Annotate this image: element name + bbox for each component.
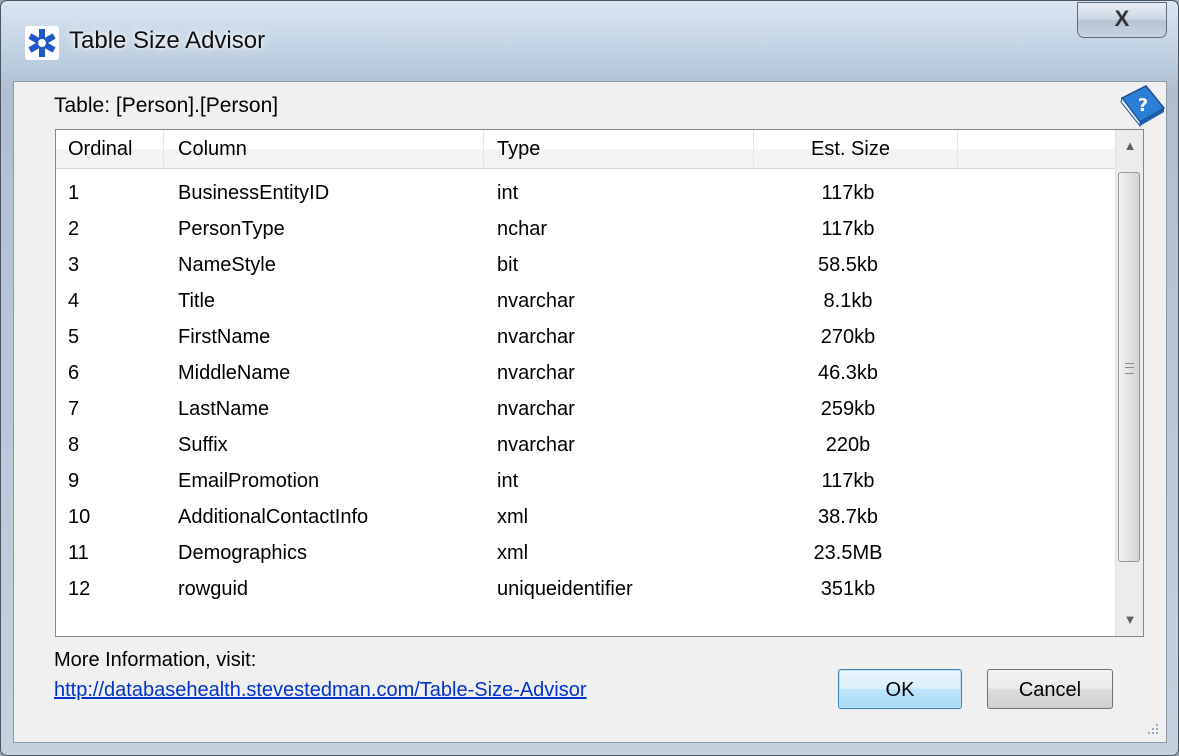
cancel-button[interactable]: Cancel [987, 669, 1113, 709]
row-ordinal: 10 [68, 506, 91, 528]
row-type: nchar [497, 218, 548, 240]
row-ordinal: 7 [68, 398, 80, 420]
row-est-size: 8.1kb [823, 290, 873, 312]
table-row[interactable]: 3 NameStyle bit 58.5kb [56, 247, 1116, 283]
table-row[interactable]: 2 PersonType nchar 117kb [56, 211, 1116, 247]
row-column-name: MiddleName [178, 362, 291, 384]
header-filler [958, 130, 1116, 168]
scrollbar-thumb[interactable] [1118, 172, 1140, 562]
grip-icon [1125, 363, 1134, 374]
dialog-client-area: Table: [Person].[Person] ? Ordinal Colum… [13, 81, 1167, 743]
row-column-name: PersonType [178, 218, 285, 240]
vertical-scrollbar[interactable]: ▲ ▼ [1115, 130, 1143, 636]
row-est-size: 220b [825, 434, 871, 456]
header-est-size[interactable]: Est. Size [754, 130, 958, 168]
table-label: Table: [Person].[Person] [54, 94, 279, 117]
row-type: nvarchar [497, 326, 575, 348]
window-title: Table Size Advisor [69, 27, 266, 54]
row-type: nvarchar [497, 398, 575, 420]
more-info-label: More Information, visit: [54, 649, 257, 671]
header-type[interactable]: Type [484, 130, 754, 168]
row-column-name: FirstName [178, 326, 271, 348]
row-type: int [497, 182, 519, 204]
row-ordinal: 1 [68, 182, 80, 204]
row-type: xml [497, 506, 529, 528]
row-column-name: rowguid [178, 578, 249, 600]
row-type: nvarchar [497, 362, 575, 384]
table-row[interactable]: 6 MiddleName nvarchar 46.3kb [56, 355, 1116, 391]
row-type: xml [497, 542, 529, 564]
table-row[interactable]: 4 Title nvarchar 8.1kb [56, 283, 1116, 319]
table-row[interactable]: 10 AdditionalContactInfo xml 38.7kb [56, 499, 1116, 535]
row-est-size: 117kb [821, 218, 875, 240]
columns-list[interactable]: Ordinal Column Type Est. Size 1 BusinessE… [55, 129, 1144, 637]
row-column-name: EmailPromotion [178, 470, 320, 492]
row-column-name: AdditionalContactInfo [178, 506, 369, 528]
list-header: Ordinal Column Type Est. Size [56, 130, 1116, 169]
svg-text:?: ? [1138, 95, 1148, 116]
row-est-size: 23.5MB [813, 542, 883, 564]
header-column[interactable]: Column [164, 130, 484, 168]
advisor-link[interactable]: http://databasehealth.stevestedman.com/T… [54, 679, 587, 702]
row-ordinal: 6 [68, 362, 80, 384]
help-book-icon[interactable]: ? [1116, 82, 1168, 130]
row-ordinal: 12 [68, 578, 91, 600]
scroll-down-arrow-icon[interactable]: ▼ [1116, 604, 1143, 636]
row-column-name: NameStyle [178, 254, 276, 276]
row-ordinal: 5 [68, 326, 80, 348]
row-column-name: LastName [178, 398, 270, 420]
row-type: bit [497, 254, 519, 276]
row-ordinal: 9 [68, 470, 80, 492]
row-est-size: 270kb [820, 326, 876, 348]
header-ordinal[interactable]: Ordinal [56, 130, 164, 168]
row-column-name: BusinessEntityID [178, 182, 330, 204]
title-bar[interactable]: Table Size Advisor X [1, 1, 1178, 81]
row-est-size: 117kb [821, 470, 875, 492]
table-row[interactable]: 5 FirstName nvarchar 270kb [56, 319, 1116, 355]
close-button[interactable]: X [1077, 2, 1167, 38]
table-row[interactable]: 11 Demographics xml 23.5MB [56, 535, 1116, 571]
row-est-size: 38.7kb [817, 506, 879, 528]
row-est-size: 117kb [821, 182, 875, 204]
row-est-size: 46.3kb [817, 362, 879, 384]
row-est-size: 259kb [820, 398, 876, 420]
dialog-window: Table Size Advisor X Table: [Person].[Pe… [0, 0, 1179, 756]
row-ordinal: 4 [68, 290, 80, 312]
table-row[interactable]: 7 LastName nvarchar 259kb [56, 391, 1116, 427]
row-type: nvarchar [497, 290, 575, 312]
row-type: uniqueidentifier [497, 578, 633, 600]
asterisk-app-icon [25, 26, 59, 60]
row-est-size: 58.5kb [817, 254, 879, 276]
table-row[interactable]: 12 rowguid uniqueidentifier 351kb [56, 571, 1116, 607]
resize-grip-icon[interactable] [1146, 722, 1160, 736]
row-ordinal: 2 [68, 218, 80, 240]
row-ordinal: 3 [68, 254, 80, 276]
table-row[interactable]: 8 Suffix nvarchar 220b [56, 427, 1116, 463]
row-column-name: Title [178, 290, 216, 312]
row-ordinal: 11 [68, 542, 89, 564]
close-icon: X [1114, 6, 1130, 31]
row-type: nvarchar [497, 434, 575, 456]
list-rows: 1 BusinessEntityID int 117kb 2 PersonType ncha… [56, 175, 1116, 607]
row-type: int [497, 470, 519, 492]
scroll-up-arrow-icon[interactable]: ▲ [1116, 130, 1143, 162]
row-est-size: 351kb [820, 578, 876, 600]
table-row[interactable]: 1 BusinessEntityID int 117kb [56, 175, 1116, 211]
row-column-name: Suffix [178, 434, 228, 456]
row-column-name: Demographics [178, 542, 307, 564]
table-row[interactable]: 9 EmailPromotion int 117kb [56, 463, 1116, 499]
row-ordinal: 8 [68, 434, 80, 456]
ok-button[interactable]: OK [838, 669, 962, 709]
